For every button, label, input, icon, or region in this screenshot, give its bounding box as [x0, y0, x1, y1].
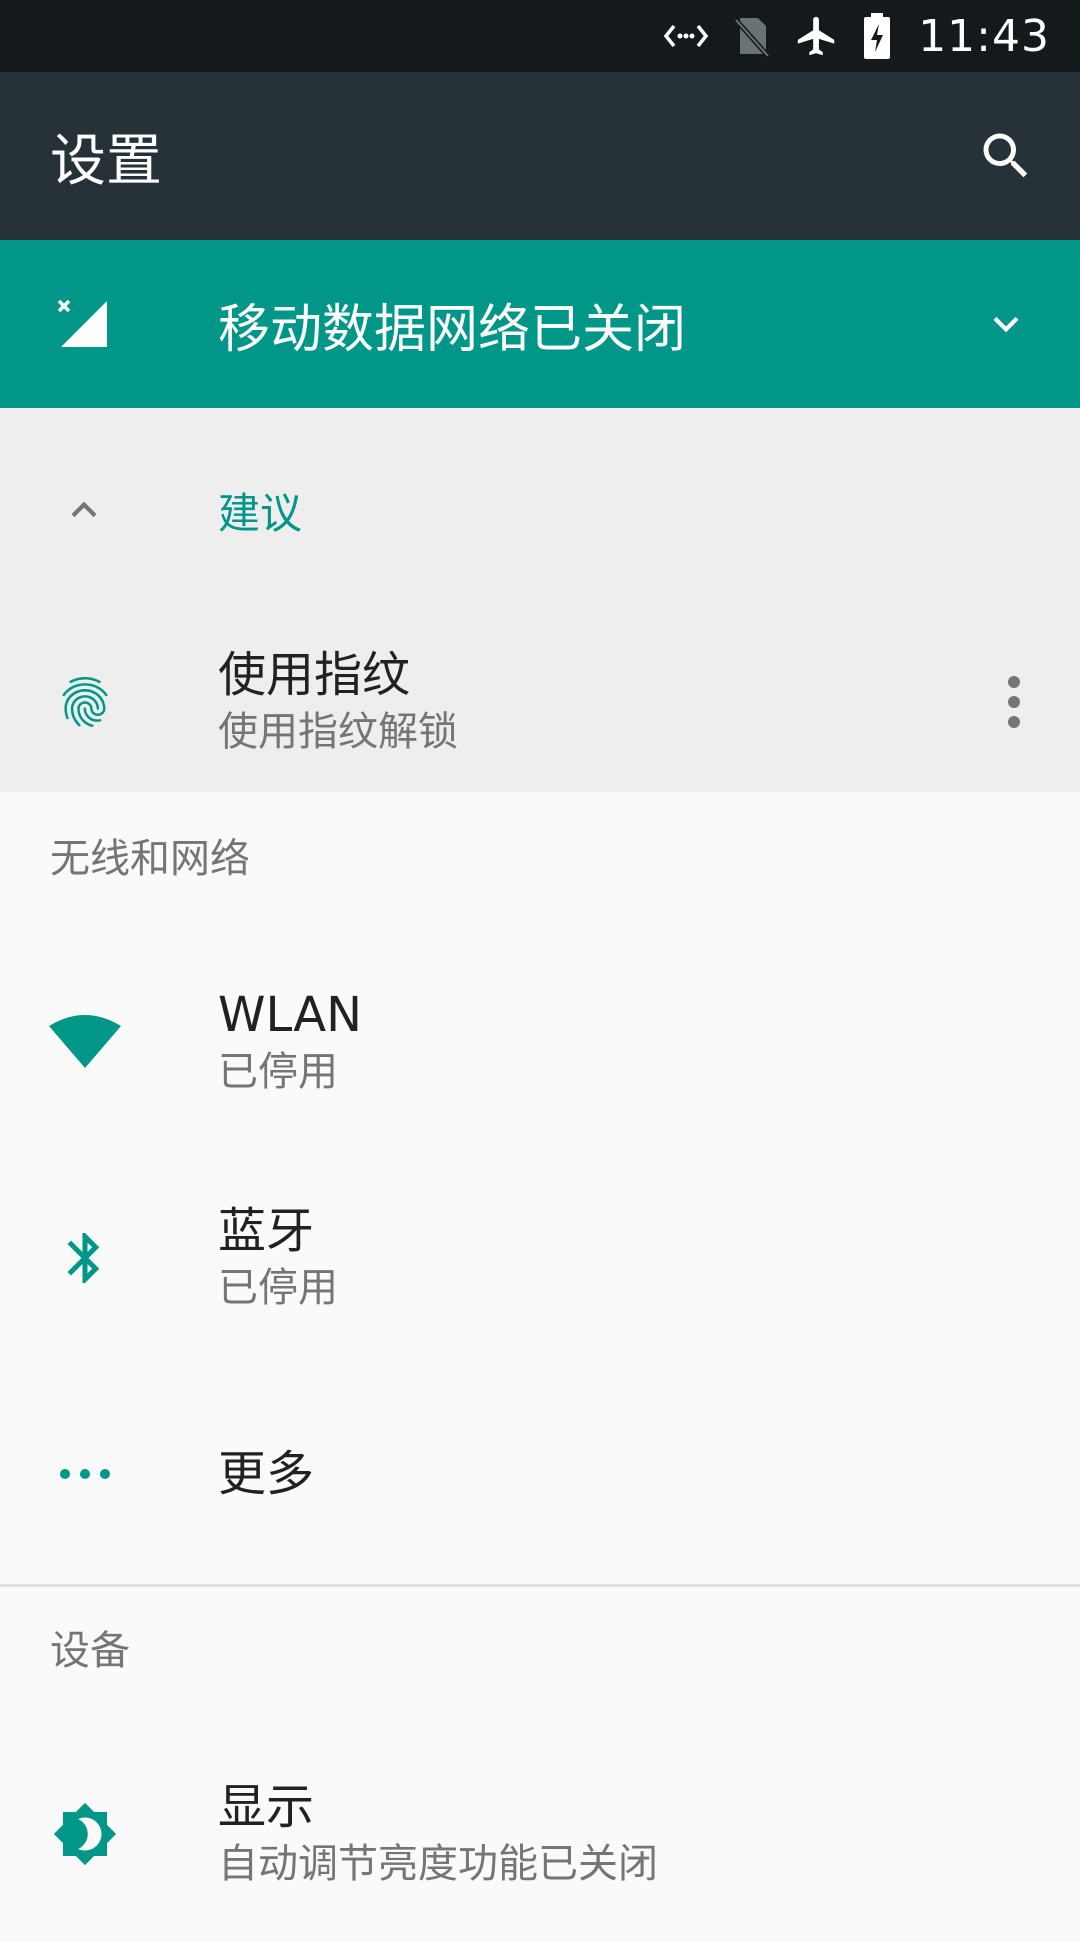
- suggestion-item-fingerprint[interactable]: 使用指纹 使用指纹解锁: [0, 612, 1080, 792]
- chevron-up-icon: [42, 468, 126, 552]
- status-clock: 11:43: [918, 10, 1050, 62]
- page-title: 设置: [50, 128, 162, 194]
- more-text: 更多: [218, 1444, 1080, 1504]
- wifi-icon: [40, 997, 130, 1087]
- expand-button[interactable]: [956, 274, 1056, 374]
- settings-item-more[interactable]: 更多: [0, 1366, 1080, 1582]
- display-status: 自动调节亮度功能已关闭: [218, 1841, 658, 1887]
- app-bar: 设置: [0, 72, 1080, 240]
- suggestions-panel: 建议 使用指纹 使用指纹解锁: [0, 408, 1080, 792]
- battery-charging-icon: [862, 13, 892, 59]
- more-title: 更多: [218, 1446, 315, 1502]
- search-button[interactable]: [956, 106, 1056, 206]
- settings-item-wlan[interactable]: WLAN 已停用: [0, 934, 1080, 1150]
- bluetooth-icon: [40, 1213, 130, 1303]
- more-horiz-icon: [40, 1429, 130, 1519]
- bluetooth-title: 蓝牙: [218, 1203, 315, 1259]
- no-sim-icon: [732, 14, 772, 58]
- section-header-wireless: 无线和网络: [50, 836, 250, 882]
- search-icon: [983, 133, 1028, 178]
- wlan-status: 已停用: [218, 1049, 338, 1095]
- cellular-off-icon: [40, 282, 124, 366]
- overflow-menu-button[interactable]: [974, 652, 1054, 752]
- suggestions-label: 建议: [218, 488, 303, 538]
- section-header-device: 设备: [50, 1628, 130, 1674]
- brightness-icon: [40, 1789, 130, 1879]
- bluetooth-status: 已停用: [218, 1265, 338, 1311]
- suggestion-subtitle: 使用指纹解锁: [218, 709, 458, 755]
- wlan-title: WLAN: [218, 987, 363, 1043]
- bluetooth-text: 蓝牙 已停用: [218, 1201, 1080, 1315]
- suggestion-title: 使用指纹: [218, 647, 411, 703]
- more-vert-icon: [1008, 676, 1020, 728]
- fingerprint-icon: [40, 657, 130, 747]
- status-bar: 11:43: [0, 0, 1080, 72]
- mobile-data-off-banner[interactable]: 移动数据网络已关闭: [0, 240, 1080, 408]
- airplane-icon: [794, 14, 840, 58]
- suggestions-header[interactable]: 建议: [0, 408, 1080, 612]
- settings-item-display[interactable]: 显示 自动调节亮度功能已关闭: [0, 1726, 1080, 1942]
- wlan-text: WLAN 已停用: [218, 985, 1080, 1099]
- settings-item-bluetooth[interactable]: 蓝牙 已停用: [0, 1150, 1080, 1366]
- suggestion-text: 使用指纹 使用指纹解锁: [218, 645, 974, 759]
- display-title: 显示: [218, 1779, 315, 1835]
- section-divider: [0, 1584, 1080, 1587]
- mobile-data-off-text: 移动数据网络已关闭: [218, 299, 687, 360]
- display-text: 显示 自动调节亮度功能已关闭: [218, 1777, 1080, 1891]
- chevron-down-icon: [993, 316, 1019, 333]
- data-saver-icon: [662, 14, 710, 58]
